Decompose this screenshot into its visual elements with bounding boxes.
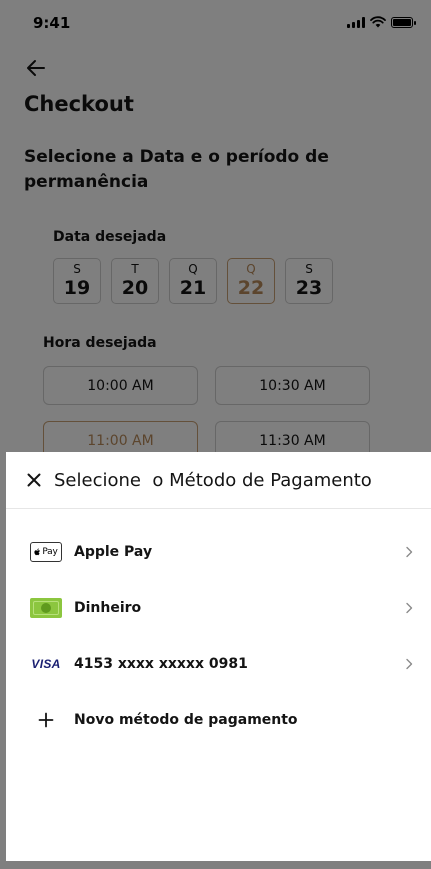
- payment-method-cash[interactable]: Dinheiro: [6, 580, 431, 636]
- payment-method-list: Pay Apple Pay Dinheiro VISA 4153 xxxx xx…: [6, 524, 431, 748]
- sheet-title: Selecione o Método de Pagamento: [54, 469, 372, 491]
- payment-method-apple-pay[interactable]: Pay Apple Pay: [6, 524, 431, 580]
- payment-method-visa-card[interactable]: VISA 4153 xxxx xxxxx 0981: [6, 636, 431, 692]
- visa-icon: VISA: [31, 657, 61, 671]
- sheet-header: Selecione o Método de Pagamento: [6, 452, 431, 509]
- add-payment-method-button[interactable]: Novo método de pagamento: [6, 692, 431, 748]
- apple-pay-icon: Pay: [30, 542, 62, 562]
- payment-method-label: 4153 xxxx xxxxx 0981: [74, 656, 248, 672]
- payment-method-label: Apple Pay: [74, 544, 153, 560]
- payment-method-label: Novo método de pagamento: [74, 712, 298, 728]
- cash-icon: [30, 598, 62, 618]
- close-button[interactable]: [24, 470, 44, 490]
- chevron-right-icon: [406, 658, 413, 670]
- payment-method-sheet: Selecione o Método de Pagamento Pay Appl…: [6, 452, 431, 861]
- chevron-right-icon: [406, 546, 413, 558]
- chevron-right-icon: [406, 602, 413, 614]
- payment-method-label: Dinheiro: [74, 600, 142, 616]
- close-icon: [27, 473, 41, 487]
- plus-icon: [30, 710, 62, 730]
